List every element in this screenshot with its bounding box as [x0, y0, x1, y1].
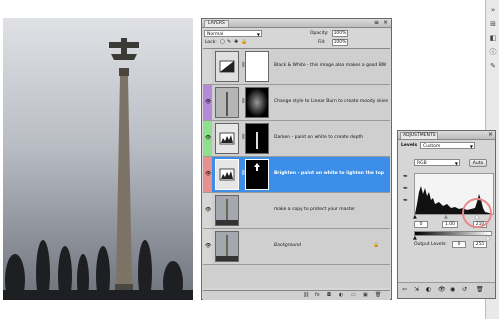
expand-icon[interactable]: ⇲ [414, 286, 419, 293]
white-eyedropper-icon[interactable]: ✒ [403, 197, 408, 204]
close-icon[interactable]: × [488, 131, 493, 139]
brush-icon[interactable]: ✎ [489, 62, 497, 70]
visibility-toggle[interactable]: 👁 [203, 85, 212, 120]
lock-all-icon[interactable]: 🔒 [241, 39, 247, 46]
output-white-field[interactable]: 255 [473, 241, 487, 248]
layer-row[interactable]: 👁 make a copy to protect your master [203, 193, 390, 229]
eye-icon: 👁 [205, 207, 212, 213]
layer-list: ⛓ Black & White - this image also makes … [203, 48, 390, 288]
layer-row[interactable]: 👁 ⛓ Darken - paint on white to create de… [203, 121, 390, 157]
layer-thumbnail [215, 231, 239, 262]
visibility-toggle[interactable]: 👁 [203, 121, 212, 156]
layer-mask-thumbnail[interactable] [245, 159, 269, 190]
output-black-field[interactable]: 0 [452, 241, 466, 248]
chevron-down-icon: ▼ [256, 32, 260, 37]
input-black-field[interactable]: 0 [414, 221, 428, 228]
close-icon[interactable]: × [383, 19, 388, 27]
layer-row-active[interactable]: 👁 ⛓ Brighten - paint on white to lighten… [203, 157, 390, 193]
adjustments-tab[interactable]: ADJUSTMENTS [400, 132, 439, 139]
layer-style-icon[interactable]: fx [315, 292, 320, 298]
link-layers-icon[interactable]: ⛓ [303, 292, 309, 298]
layer-row[interactable]: 👁 Background 🔒 [203, 229, 390, 265]
opacity-field[interactable]: 100% [332, 30, 348, 37]
layers-tab[interactable]: LAYERS [204, 20, 229, 27]
gamma-input-slider[interactable]: ▲ [444, 214, 448, 220]
chevron-down-icon: ▼ [454, 161, 458, 166]
blend-mode-select[interactable]: Normal ▼ [204, 30, 262, 37]
lock-position-icon[interactable]: ✚ [234, 39, 238, 46]
output-gradient [414, 231, 492, 236]
lock-label: Lock: [205, 40, 217, 45]
layer-name[interactable]: Background [274, 243, 301, 248]
layer-name[interactable]: Darken - paint on white to create depth [274, 135, 363, 140]
gray-eyedropper-icon[interactable]: ✒ [403, 185, 408, 192]
layer-mask-thumbnail[interactable] [245, 123, 269, 154]
reset-icon[interactable]: ↺ [462, 286, 467, 293]
highlight-circle [462, 198, 492, 228]
layer-thumbnail [215, 87, 239, 118]
auto-button[interactable]: Auto [469, 159, 487, 167]
visibility-toggle[interactable]: 👁 [203, 157, 212, 192]
adjustment-layer-icon[interactable]: ◐ [339, 292, 343, 298]
channel-select[interactable]: RGB ▼ [414, 159, 460, 166]
layer-mask-thumbnail[interactable] [245, 51, 269, 82]
eye-icon: 👁 [205, 99, 212, 105]
arrange-icon[interactable]: ⊞ [489, 20, 497, 28]
eye-icon: 👁 [205, 243, 212, 249]
layer-row[interactable]: ⛓ Black & White - this image also makes … [203, 49, 390, 85]
layer-name[interactable]: make a copy to protect your master [274, 207, 355, 212]
opacity-label: Opacity: [310, 31, 329, 36]
chevron-down-icon: ▼ [469, 144, 473, 149]
lock-icon: 🔒 [373, 242, 380, 248]
preset-select[interactable]: Custom ▼ [420, 142, 475, 149]
visibility-toggle[interactable]: 👁 [203, 229, 212, 264]
layer-row[interactable]: 👁 ⛓ Change style to Linear Burn to creat… [203, 85, 390, 121]
histogram-icon[interactable]: ◧ [489, 34, 497, 42]
layer-name[interactable]: Change style to Linear Burn to create mo… [274, 99, 388, 104]
visibility-toggle[interactable] [203, 49, 212, 84]
layers-panel: LAYERS ≡ × Normal ▼ Opacity: 100% Lock: ▢… [201, 18, 392, 300]
photo-canvas[interactable] [3, 18, 193, 300]
trash-icon[interactable]: 🗑 [476, 286, 484, 293]
layers-footer: ⛓ fx ◘ ◐ ▭ ▣ 🗑 [203, 290, 390, 300]
output-levels-label: Output Levels: [414, 242, 447, 247]
levels-adjustment-icon [215, 123, 239, 154]
levels-label: Levels [401, 143, 418, 148]
clip-icon[interactable]: ◐ [426, 286, 431, 293]
adjustment-icon [215, 51, 239, 82]
view-previous-icon[interactable]: ◉ [450, 286, 455, 293]
layer-name[interactable]: Brighten - paint on white to lighten the… [274, 171, 384, 176]
black-input-slider[interactable]: ▲ [413, 214, 417, 220]
trash-icon[interactable]: 🗑 [375, 292, 381, 298]
back-icon[interactable]: ⇦ [402, 286, 407, 293]
lock-transparent-icon[interactable]: ▢ [220, 39, 225, 46]
eye-icon: 👁 [205, 135, 212, 141]
layers-titlebar: LAYERS ≡ × [202, 19, 391, 28]
adjustments-footer: ⇦ ⇲ ◐ 👁 ◉ ↺ 🗑 [398, 282, 495, 298]
new-layer-icon[interactable]: ▣ [363, 292, 368, 298]
layer-thumbnail [215, 195, 239, 226]
new-group-icon[interactable]: ▭ [351, 292, 356, 298]
layer-name[interactable]: Black & White - this image also makes a … [274, 63, 386, 68]
panel-menu-icon[interactable]: ≡ [374, 19, 379, 27]
fill-label: Fill: [318, 40, 326, 45]
lock-pixels-icon[interactable]: ✎ [227, 39, 231, 46]
fill-field[interactable]: 100% [332, 39, 348, 46]
collapse-icon[interactable]: » [489, 6, 497, 14]
info-icon[interactable]: ⓘ [489, 48, 497, 56]
add-mask-icon[interactable]: ◘ [327, 292, 331, 298]
layer-mask-thumbnail[interactable] [245, 87, 269, 118]
visibility-toggle[interactable]: 👁 [203, 193, 212, 228]
black-eyedropper-icon[interactable]: ✒ [403, 173, 408, 180]
visibility-icon[interactable]: 👁 [438, 286, 446, 293]
adjustments-titlebar: ADJUSTMENTS × [398, 131, 495, 140]
eye-icon: 👁 [205, 171, 212, 177]
levels-adjustment-icon [215, 159, 239, 190]
input-gamma-field[interactable]: 1.00 [442, 221, 458, 228]
